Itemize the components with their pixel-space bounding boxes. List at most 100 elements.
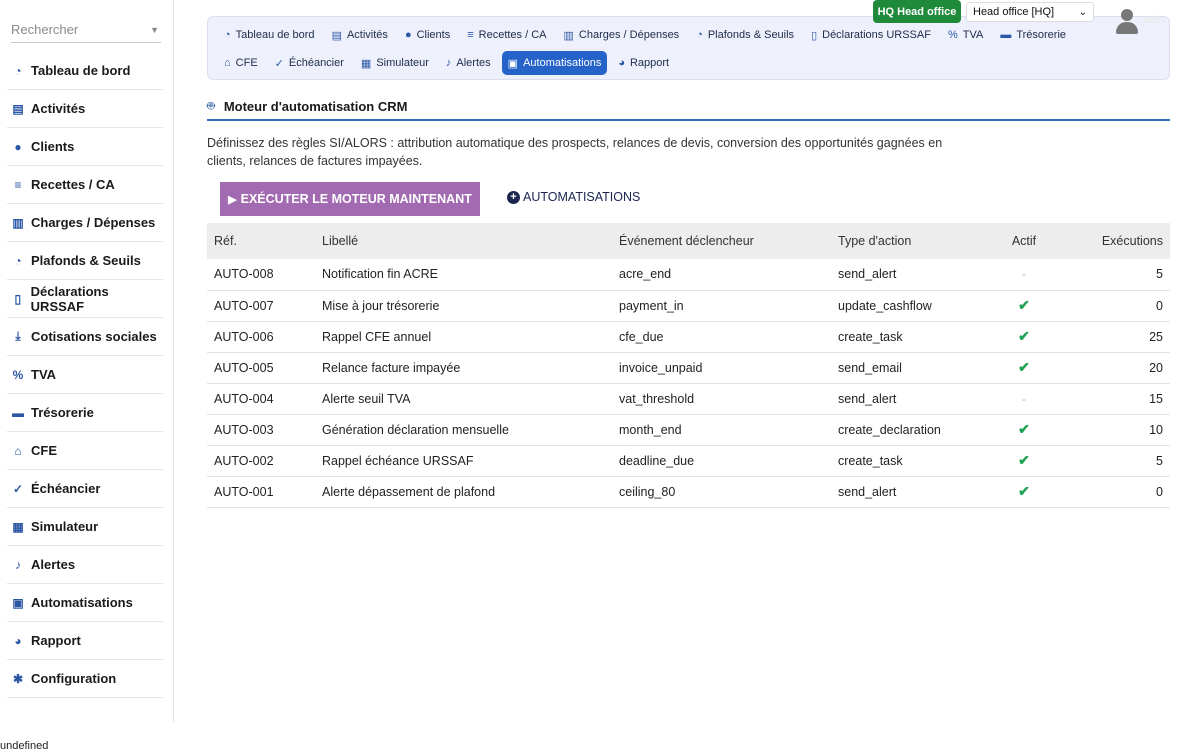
col-event[interactable]: Événement déclencheur	[612, 223, 831, 259]
user-avatar[interactable]	[1116, 9, 1138, 35]
cell-ref[interactable]: AUTO-004	[207, 383, 315, 415]
sidebar-item-charges-depenses[interactable]: ▥ Charges / Dépenses	[7, 204, 163, 242]
cell-ref[interactable]: AUTO-005	[207, 352, 315, 384]
cell-ref[interactable]: AUTO-007	[207, 290, 315, 322]
tab-label: Tableau de bord	[235, 29, 315, 41]
sidebar-item-cotisations-sociales[interactable]: ⤓ Cotisations sociales	[7, 318, 163, 356]
tab-label: Simulateur	[376, 57, 429, 69]
sidebar-item-configuration[interactable]: ✱ Configuration	[7, 660, 163, 698]
tab-clients[interactable]: ● Clients	[399, 23, 456, 47]
office-select-value: Head office [HQ]	[973, 6, 1055, 18]
sidebar-item-alertes[interactable]: ♪ Alertes	[7, 546, 163, 584]
tab-label: Déclarations URSSAF	[822, 29, 931, 41]
caret-down-icon: ▼	[150, 24, 159, 35]
tab-cfe[interactable]: ⌂ CFE	[218, 51, 264, 75]
calculator-icon: ▦	[12, 519, 24, 534]
sidebar-item-tresorerie[interactable]: ▬ Trésorerie	[7, 394, 163, 432]
col-action[interactable]: Type d'action	[831, 223, 991, 259]
tab-recettes-ca[interactable]: ≡ Recettes / CA	[461, 23, 552, 47]
tab-activites[interactable]: ▤ Activités	[326, 23, 394, 47]
tab-automatisations[interactable]: ▣ Automatisations	[501, 51, 608, 75]
sidebar-menu: ◔ Tableau de bord ▤ Activités ● Clients ≡ Recet…	[7, 52, 163, 698]
table-row: AUTO-006 Rappel CFE annuel cfe_due create_t…	[207, 321, 1170, 353]
dashboard-icon: ◔	[224, 29, 231, 41]
table-row: AUTO-002 Rappel échéance URSSAF deadline_d…	[207, 445, 1170, 477]
search-select[interactable]: Rechercher ▼	[11, 17, 161, 43]
tab-plafonds-seuils[interactable]: ◔ Plafonds & Seuils	[690, 23, 800, 47]
sidebar-item-recettes-ca[interactable]: ≡ Recettes / CA	[7, 166, 163, 204]
sidebar-item-automatisations[interactable]: ▣ Automatisations	[7, 584, 163, 622]
automations-link[interactable]: + AUTOMATISATIONS	[507, 190, 640, 204]
sidebar-item-clients[interactable]: ● Clients	[7, 128, 163, 166]
cell-ref[interactable]: AUTO-002	[207, 445, 315, 477]
tab-tableau-de-bord[interactable]: ◔ Tableau de bord	[218, 23, 321, 47]
tab-label: Rapport	[629, 57, 670, 69]
cell-active: -	[991, 383, 1057, 415]
sidebar-item-echeancier[interactable]: ✓ Échéancier	[7, 470, 163, 508]
sidebar-item-tableau-de-bord[interactable]: ◔ Tableau de bord	[7, 52, 163, 90]
hq-badge: HQ Head office	[873, 0, 961, 23]
cell-executions: 0	[1057, 290, 1170, 322]
cell-ref[interactable]: AUTO-008	[207, 259, 315, 291]
tab-charges-depenses[interactable]: ▥ Charges / Dépenses	[558, 23, 686, 47]
tab-rapport[interactable]: ◕ Rapport	[612, 51, 675, 75]
dashboard-icon: ◔	[696, 29, 703, 41]
nav-row-primary: ◔ Tableau de bord ▤ Activités ● Clients ≡ Recet…	[218, 23, 1077, 47]
pie-chart-icon: ◕	[14, 633, 22, 648]
page-title: Moteur d'automatisation CRM	[223, 99, 408, 114]
table-header-row: Réf. Libellé Événement déclencheur Type …	[207, 223, 1170, 259]
cell-ref[interactable]: AUTO-006	[207, 321, 315, 353]
cell-ref[interactable]: AUTO-003	[207, 414, 315, 446]
cell-label: Génération déclaration mensuelle	[315, 414, 612, 446]
sidebar-item-label: Charges / Dépenses	[31, 215, 156, 230]
tab-tresorerie[interactable]: ▬ Trésorerie	[994, 23, 1072, 47]
sidebar-item-cfe[interactable]: ⌂ CFE	[7, 432, 163, 470]
automation-rules-table: Réf. Libellé Événement déclencheur Type …	[207, 223, 1170, 508]
cell-executions: 10	[1057, 414, 1170, 446]
tab-echeancier[interactable]: ✓ Échéancier	[269, 51, 350, 75]
dash-icon: -	[1022, 269, 1026, 282]
col-active[interactable]: Actif	[991, 223, 1057, 259]
user-icon: ●	[404, 29, 412, 41]
sidebar-item-label: Tableau de bord	[31, 63, 131, 78]
cell-executions: 5	[1057, 259, 1170, 291]
calendar-check-icon: ✓	[274, 57, 284, 70]
top-navigation: ◔ Tableau de bord ▤ Activités ● Clients ≡ Recet…	[207, 16, 1170, 80]
calendar-check-icon: ✓	[12, 481, 24, 496]
office-select[interactable]: Head office [HQ] ⌄	[966, 2, 1094, 22]
id-card-icon: ▤	[331, 29, 342, 42]
cell-event: payment_in	[612, 290, 831, 322]
cell-ref[interactable]: AUTO-001	[207, 476, 315, 508]
sidebar-item-declarations-urssaf[interactable]: ▯ Déclarations URSSAF	[7, 280, 163, 318]
tab-tva[interactable]: % TVA	[942, 23, 989, 47]
cell-action: update_cashflow	[831, 290, 991, 322]
sidebar-item-simulateur[interactable]: ▦ Simulateur	[7, 508, 163, 546]
pie-chart-icon: ◕	[618, 57, 625, 69]
sidebar-item-rapport[interactable]: ◕ Rapport	[7, 622, 163, 660]
sidebar-item-plafonds-seuils[interactable]: ◔ Plafonds & Seuils	[7, 242, 163, 280]
sidebar-item-activites[interactable]: ▤ Activités	[7, 90, 163, 128]
document-icon: ▥	[12, 215, 24, 230]
dashboard-icon: ◔	[14, 253, 22, 268]
tab-simulateur[interactable]: ▦ Simulateur	[355, 51, 435, 75]
table-row: AUTO-001 Alerte dépassement de plafond cei…	[207, 476, 1170, 508]
sidebar-item-tva[interactable]: % TVA	[7, 356, 163, 394]
plus-circle-icon: +	[507, 190, 520, 204]
col-label[interactable]: Libellé	[315, 223, 612, 259]
tab-alertes[interactable]: ♪ Alertes	[440, 51, 497, 75]
run-engine-button[interactable]: ▶ EXÉCUTER LE MOTEUR MAINTENANT	[220, 182, 480, 216]
cell-action: send_email	[831, 352, 991, 384]
user-label: adm	[1143, 14, 1165, 26]
sidebar-item-label: Trésorerie	[31, 405, 94, 420]
sidebar-item-label: Configuration	[31, 671, 117, 686]
cell-label: Relance facture impayée	[315, 352, 612, 384]
col-ref[interactable]: Réf.	[207, 223, 315, 259]
cell-active: ✔	[991, 476, 1057, 508]
col-executions[interactable]: Exécutions	[1057, 223, 1170, 259]
tab-declarations-urssaf[interactable]: ▯ Déclarations URSSAF	[805, 23, 937, 47]
wallet-icon: ▬	[1000, 29, 1012, 41]
sidebar-item-label: Recettes / CA	[31, 177, 115, 192]
dash-icon: -	[1022, 393, 1026, 406]
sidebar-item-label: Déclarations URSSAF	[30, 283, 109, 314]
cell-action: send_alert	[831, 383, 991, 415]
